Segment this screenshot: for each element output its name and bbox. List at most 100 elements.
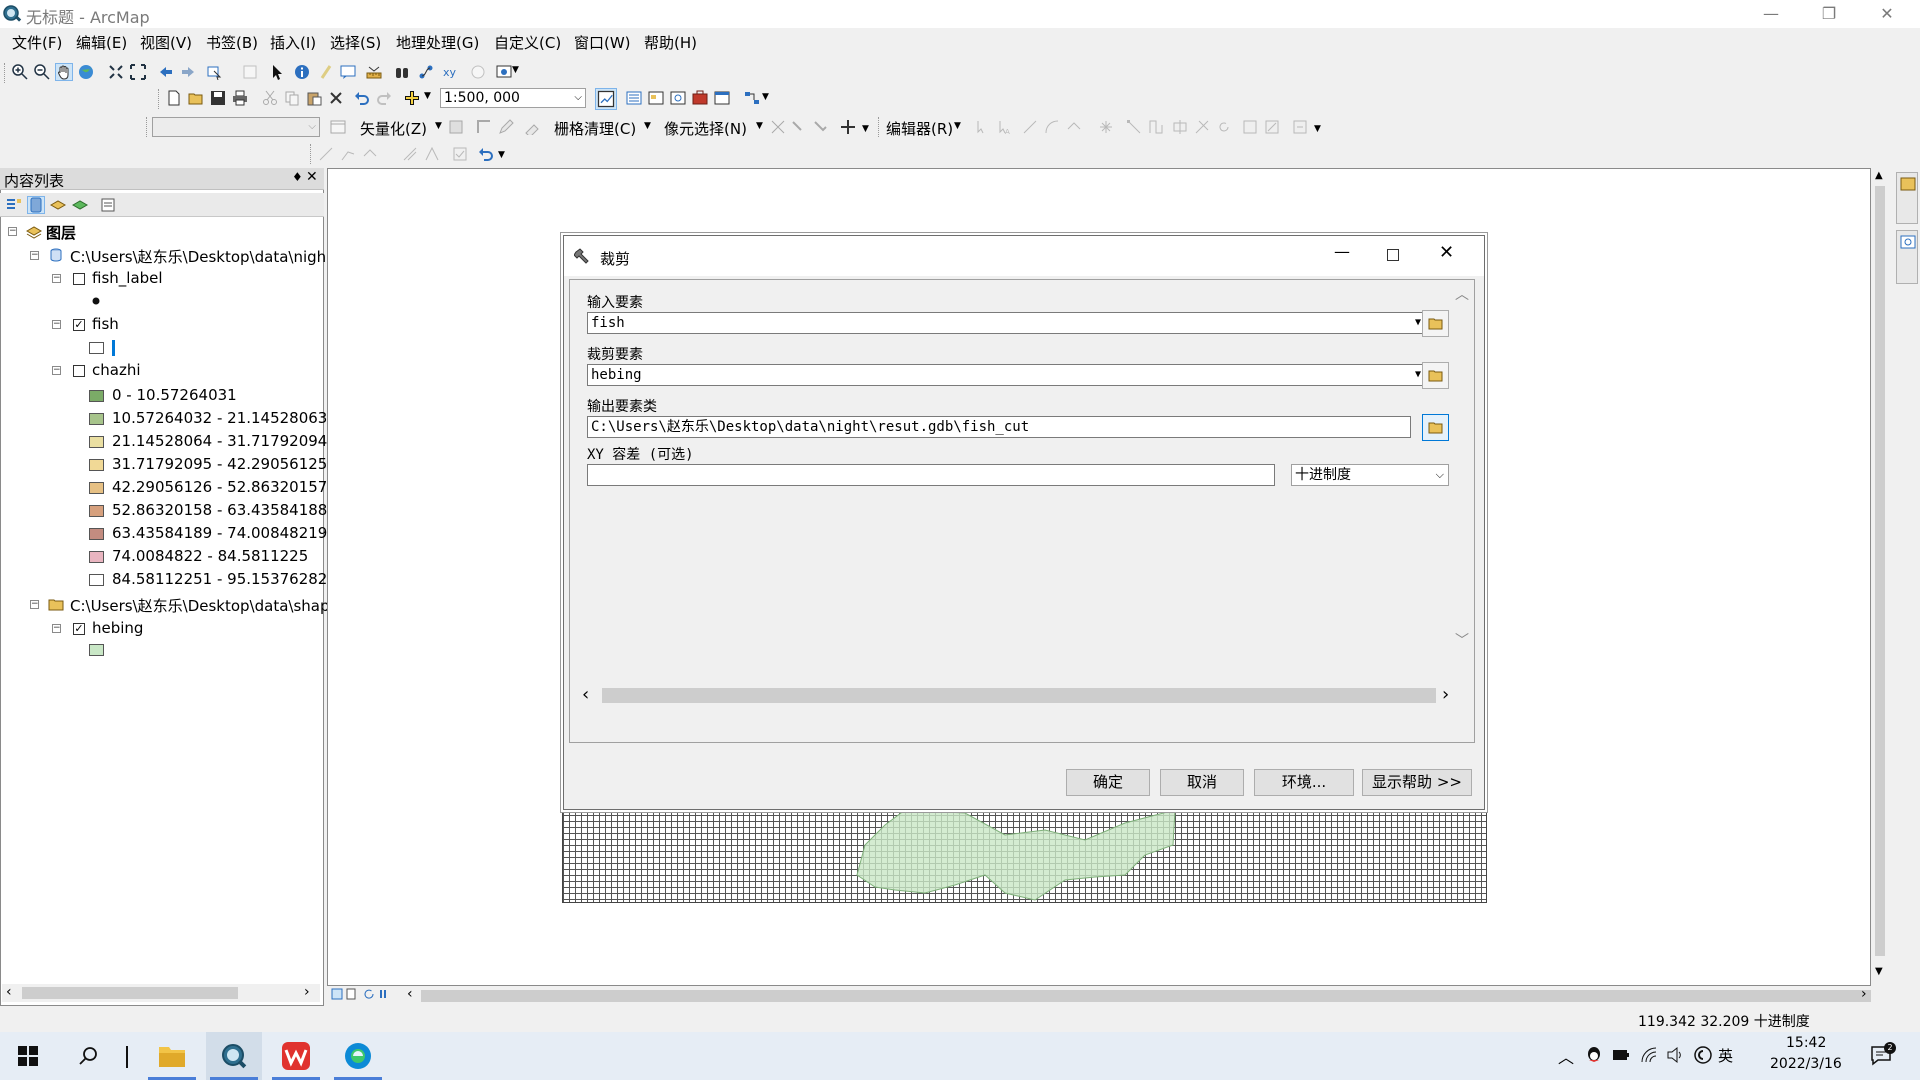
pin-icon[interactable]: ♦: [292, 170, 303, 184]
expander-layers[interactable]: −: [8, 227, 17, 236]
arcmap-taskbar-app[interactable]: [206, 1032, 262, 1080]
toolbar-overflow-icon[interactable]: ▼: [762, 92, 769, 102]
straight-segment-icon[interactable]: [1022, 119, 1038, 135]
scroll-down-arrow-icon[interactable]: ▼: [1875, 966, 1883, 977]
show-hidden-icons-chevron-icon[interactable]: ︿: [1558, 1044, 1574, 1068]
refresh-view-icon[interactable]: [363, 988, 375, 1000]
raster-layer-combo[interactable]: ⌵: [152, 117, 320, 137]
toc-horizontal-scrollbar[interactable]: ‹ ›: [2, 984, 320, 1002]
fish-symbol-swatch[interactable]: [89, 342, 104, 354]
scroll-right-arrow-icon[interactable]: ›: [1442, 684, 1449, 705]
class-swatch[interactable]: [89, 505, 104, 517]
menu-customize[interactable]: 自定义(C): [494, 32, 561, 53]
sketch-properties-icon[interactable]: [1264, 119, 1280, 135]
toc-group-path-shape[interactable]: C:\Users\赵东乐\Desktop\data\shap: [70, 595, 329, 616]
clock-time[interactable]: 15:42: [1786, 1035, 1826, 1051]
ok-button[interactable]: 确定: [1066, 769, 1150, 796]
fixed-zoom-out-icon[interactable]: [130, 64, 146, 80]
vectorization-settings-icon[interactable]: [330, 119, 346, 135]
search-icon[interactable]: [78, 1046, 98, 1066]
input-language-indicator[interactable]: 英: [1718, 1045, 1733, 1066]
editor-toolbar-icon[interactable]: [595, 88, 617, 110]
zoom-in-icon[interactable]: [12, 64, 28, 80]
class-swatch[interactable]: [89, 459, 104, 471]
expander-chazhi[interactable]: −: [52, 366, 61, 375]
arctoolbox-icon[interactable]: [692, 90, 708, 106]
pause-drawing-icon[interactable]: [377, 988, 389, 1000]
edit-tool-icon[interactable]: [974, 119, 990, 135]
forward-extent-icon[interactable]: [180, 64, 196, 80]
scrollbar-thumb[interactable]: [22, 987, 238, 999]
hyperlink-icon[interactable]: [318, 64, 334, 80]
class-label[interactable]: 0 - 10.57264031: [112, 386, 237, 404]
fixed-zoom-in-icon[interactable]: [108, 64, 124, 80]
trace-segment-icon[interactable]: [1066, 119, 1082, 135]
dropdown-arrow-icon[interactable]: ▼: [954, 121, 961, 131]
toolbar-grip[interactable]: [158, 89, 161, 109]
html-popup-icon[interactable]: [340, 64, 356, 80]
class-label[interactable]: 21.14528064 - 31.71792094: [112, 432, 327, 450]
input-features-field[interactable]: fish ▼: [587, 312, 1428, 334]
toolbar-grip[interactable]: [878, 117, 881, 137]
back-extent-icon[interactable]: [158, 64, 174, 80]
point-icon[interactable]: [1098, 119, 1114, 135]
toc-layer-fish[interactable]: fish: [92, 315, 119, 333]
class-label[interactable]: 10.57264032 - 21.14528063: [112, 409, 327, 427]
dialog-maximize-button[interactable]: [1387, 249, 1399, 261]
menu-file[interactable]: 文件(F): [12, 32, 62, 53]
python-window-icon[interactable]: [714, 90, 730, 106]
attributes-icon[interactable]: [1242, 119, 1258, 135]
checkbox-hebing[interactable]: ✓: [73, 623, 85, 635]
model-builder-icon[interactable]: [744, 90, 760, 106]
editor-menu[interactable]: 编辑器(R): [886, 118, 953, 139]
print-icon[interactable]: [232, 90, 248, 106]
create-features-icon[interactable]: [1292, 119, 1308, 135]
toolbar-grip[interactable]: [4, 63, 7, 83]
toc-layer-chazhi[interactable]: chazhi: [92, 361, 141, 379]
network-icon[interactable]: [1640, 1046, 1658, 1064]
class-label[interactable]: 84.58112251 - 95.15376282: [112, 570, 327, 588]
toolbar-overflow-icon[interactable]: ▼: [498, 150, 505, 160]
menu-view[interactable]: 视图(V): [140, 32, 192, 53]
scroll-up-arrow-icon[interactable]: ▲: [1875, 170, 1883, 181]
raster-painting-icon[interactable]: [524, 119, 540, 135]
table-of-contents-icon[interactable]: [626, 90, 642, 106]
scroll-left-arrow-icon[interactable]: ‹: [582, 684, 589, 705]
select-features-icon[interactable]: [206, 64, 222, 80]
list-by-selection-icon[interactable]: [72, 197, 88, 213]
browse-clip-button[interactable]: [1422, 362, 1449, 389]
class-label[interactable]: 63.43584189 - 74.00848219: [112, 524, 327, 542]
class-label[interactable]: 42.29056126 - 52.86320157: [112, 478, 327, 496]
toolbar-grip[interactable]: [310, 144, 313, 164]
task-view-icon[interactable]: [126, 1046, 128, 1068]
toc-layer-hebing[interactable]: hebing: [92, 619, 143, 637]
class-swatch[interactable]: [89, 551, 104, 563]
pencil-icon[interactable]: [498, 119, 514, 135]
reshape-feature-icon[interactable]: [1148, 119, 1164, 135]
cancel-button[interactable]: 取消: [1160, 769, 1244, 796]
toc-group-path-night[interactable]: C:\Users\赵东乐\Desktop\data\nigh: [70, 246, 326, 267]
delete-icon[interactable]: [328, 90, 344, 106]
checkbox-fish-label[interactable]: [73, 273, 85, 285]
menu-edit[interactable]: 编辑(E): [76, 32, 127, 53]
validate-topology-icon[interactable]: [452, 146, 468, 162]
search-dock-tab[interactable]: [1896, 230, 1918, 284]
raster-line-width-icon[interactable]: [840, 119, 856, 135]
create-viewer-window-icon[interactable]: [496, 64, 512, 80]
list-by-drawing-order-icon[interactable]: [6, 197, 22, 213]
checkbox-fish[interactable]: ✓: [73, 319, 85, 331]
time-slider-icon[interactable]: [470, 64, 486, 80]
menu-geoprocessing[interactable]: 地理处理(G): [396, 32, 479, 53]
scrollbar-thumb[interactable]: [602, 688, 1436, 703]
interactive-selection-icon[interactable]: [790, 119, 806, 135]
cell-selection-menu[interactable]: 像元选择(N): [664, 118, 747, 139]
select-elements-arrow-icon[interactable]: [270, 64, 286, 80]
vectorization-menu[interactable]: 矢量化(Z): [360, 118, 427, 139]
show-help-button[interactable]: 显示帮助 >>: [1362, 769, 1472, 796]
edit-vertices-icon[interactable]: [1126, 119, 1142, 135]
dropdown-arrow-icon[interactable]: ▼: [435, 121, 442, 131]
expander-fish[interactable]: −: [52, 320, 61, 329]
expander-group-shape[interactable]: −: [30, 600, 39, 609]
rotate-undo-icon[interactable]: [478, 146, 494, 162]
scroll-right-arrow-icon[interactable]: ›: [1861, 986, 1867, 1002]
